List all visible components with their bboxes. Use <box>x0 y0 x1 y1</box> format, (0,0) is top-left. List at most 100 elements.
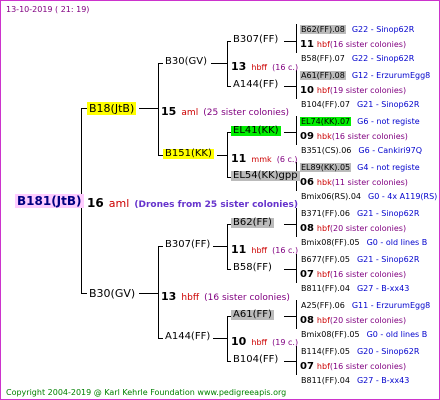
leaf-queen[interactable]: A25(FF).06 <box>300 301 346 310</box>
leaf-queen[interactable]: B677(FF).05 <box>300 255 351 264</box>
leaf-code: G21 - Sinop62R <box>356 255 420 264</box>
connector <box>284 86 297 87</box>
gen3-queen-7[interactable]: A61(FF) <box>231 310 274 320</box>
root-note: (Drones from 25 sister colonies) <box>134 200 298 210</box>
leaf-row: B371(FF).06 G21 - Sinop62R <box>300 203 419 219</box>
leaf-queen[interactable]: B811(FF).04 <box>300 376 351 385</box>
leaf-code: G11 - ErzurumEgg8 <box>351 301 431 310</box>
leaf-row: B62(FF).08 G22 - Sinop62R <box>300 19 414 35</box>
gen2-queen-1[interactable]: B30(GV) <box>163 57 209 67</box>
leaf-row: A61(FF).08 G12 - ErzurumEgg8 <box>300 65 430 81</box>
leaf-row: B811(FF).04 G27 - B-xx43 <box>300 370 409 386</box>
leaf-queen[interactable]: B114(FF).05 <box>300 347 351 356</box>
connector <box>284 41 297 42</box>
connector <box>284 132 297 133</box>
leaf-queen[interactable]: B351(CS).06 <box>300 146 352 155</box>
leaf-row: B811(FF).04 G27 - B-xx43 <box>300 278 409 294</box>
leaf-queen[interactable]: B58(FF).07 <box>300 54 346 63</box>
leaf-code: G27 - B-xx43 <box>356 284 410 293</box>
leaf-code: G6 - Cankiri97Q <box>358 146 423 155</box>
root-unit: aml <box>108 197 130 210</box>
gen2-queen-2[interactable]: B151(KK) <box>163 149 214 159</box>
gen2-mating-2: 11 mmk (6 c.) <box>231 149 298 165</box>
root-mating: 16 aml (Drones from 25 sister colonies) <box>87 194 298 210</box>
mating-num: 13 <box>231 60 247 73</box>
mating-note: (19 c.) <box>272 338 299 347</box>
gen1-lower-unit: hbff <box>181 293 200 303</box>
gen3-queen-1[interactable]: B307(FF) <box>231 35 280 45</box>
gen3-queen-2[interactable]: A144(FF) <box>231 80 280 90</box>
leaf-queen[interactable]: EL89(KK).05 <box>300 163 352 172</box>
connector <box>158 63 159 155</box>
connector <box>139 108 159 109</box>
leaf-queen[interactable]: B811(FF).04 <box>300 284 351 293</box>
gen3-queen-3[interactable]: EL41(KK) <box>231 126 281 136</box>
leaf-row: B677(FF).05 G21 - Sinop62R <box>300 249 419 265</box>
gen3-queen-4[interactable]: EL54(KK)gpp <box>231 171 300 181</box>
leaf-queen[interactable]: Bmix08(FF).05 <box>300 238 361 247</box>
connector <box>211 63 228 64</box>
copyright-footer: Copyright 2004-2019 @ Karl Kehrle Founda… <box>6 388 287 397</box>
connector <box>296 116 297 145</box>
leaf-row: B104(FF).07 G21 - Sinop62R <box>300 94 419 110</box>
gen1-lower-queen[interactable]: B30(GV) <box>87 287 137 300</box>
gen1-upper-num: 15 <box>161 105 177 118</box>
gen1-lower-note: (16 sister colonies) <box>204 293 290 303</box>
connector <box>296 70 297 99</box>
leaf-queen[interactable]: A61(FF).08 <box>300 71 346 80</box>
mating-note: (16 c.) <box>272 246 299 255</box>
mating-unit: hbff <box>251 63 268 72</box>
gen1-lower-num: 13 <box>161 290 177 303</box>
gen1-upper-queen[interactable]: B18(JtB) <box>87 102 137 115</box>
connector <box>158 246 159 338</box>
leaf-code: G22 - Sinop62R <box>351 25 415 34</box>
leaf-code: G0 - old lines B <box>366 238 428 247</box>
leaf-code: G27 - B-xx43 <box>356 376 410 385</box>
mating-unit: hbff <box>251 246 268 255</box>
mating-num: 10 <box>231 335 247 348</box>
gen2-queen-4[interactable]: A144(FF) <box>163 332 212 342</box>
gen3-queen-8[interactable]: B104(FF) <box>231 355 280 365</box>
leaf-code: G0 - 4x A119(RS) <box>368 192 438 201</box>
gen1-lower-mating: 13 hbff (16 sister colonies) <box>161 287 290 303</box>
leaf-row: Bmix08(FF).05 G0 - old lines B <box>300 232 427 248</box>
connector <box>296 208 297 237</box>
timestamp: 13-10-2019 ( 21: 19) <box>6 5 90 14</box>
gen3-queen-5[interactable]: B62(FF) <box>231 218 274 228</box>
mating-num: 11 <box>231 152 247 165</box>
leaf-code: G6 - not registe <box>357 117 420 126</box>
leaf-code: G21 - Sinop62R <box>356 100 420 109</box>
leaf-code: G0 - old lines B <box>366 330 428 339</box>
gen2-mating-1: 13 hbff (16 c.) <box>231 57 298 73</box>
mating-num: 11 <box>231 243 247 256</box>
connector <box>284 316 297 317</box>
gen2-queen-3[interactable]: B307(FF) <box>163 240 212 250</box>
root-queen[interactable]: B181(JtB) <box>15 194 84 208</box>
leaf-row: EL74(KK).07 G6 - not registe <box>300 111 420 127</box>
leaf-row: EL89(KK).05 G4 - not registe <box>300 157 420 173</box>
leaf-row: B58(FF).07 G22 - Sinop62R <box>300 48 414 64</box>
mating-unit: mmk <box>251 155 272 164</box>
leaf-queen[interactable]: B62(FF).08 <box>300 25 346 34</box>
connector <box>284 361 297 362</box>
leaf-row: A25(FF).06 G11 - ErzurumEgg8 <box>300 295 430 311</box>
leaf-row: Bmix08(FF).05 G0 - old lines B <box>300 324 427 340</box>
connector <box>217 155 228 156</box>
leaf-queen[interactable]: B104(FF).07 <box>300 100 351 109</box>
leaf-queen[interactable]: EL74(KK).07 <box>300 117 352 126</box>
mating-note: (16 c.) <box>272 63 299 72</box>
gen1-upper-mating: 15 aml (25 sister colonies) <box>161 102 289 118</box>
mating-note: (6 c.) <box>276 155 298 164</box>
leaf-queen[interactable]: Bmix06(RS).04 <box>300 192 362 201</box>
leaf-code: G4 - not registe <box>357 163 420 172</box>
gen3-queen-6[interactable]: B58(FF) <box>231 263 274 273</box>
leaf-code: G21 - Sinop62R <box>356 209 420 218</box>
gen2-mating-4: 10 hbff (19 c.) <box>231 332 298 348</box>
leaf-queen[interactable]: Bmix08(FF).05 <box>300 330 361 339</box>
leaf-queen[interactable]: B371(FF).06 <box>300 209 351 218</box>
gen1-upper-note: (25 sister colonies) <box>203 108 290 118</box>
leaf-code: G12 - ErzurumEgg8 <box>351 71 431 80</box>
leaf-row: B351(CS).06 G6 - Cankiri97Q <box>300 140 422 156</box>
connector <box>296 300 297 329</box>
connector <box>296 24 297 53</box>
